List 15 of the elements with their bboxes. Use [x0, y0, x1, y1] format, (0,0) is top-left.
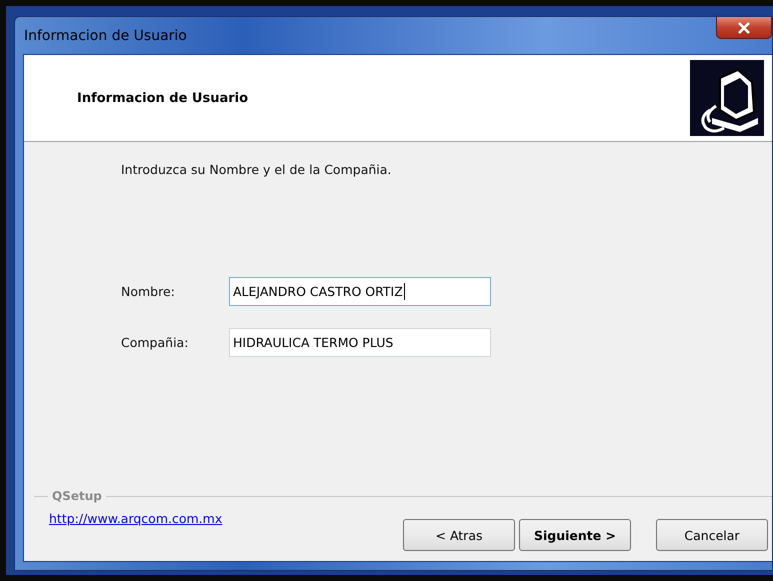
field-label: Compañia:: [121, 335, 190, 350]
input-field[interactable]: HIDRAULICA TERMO PLUS: [229, 328, 491, 357]
field-label: Nombre:: [121, 284, 176, 299]
website-link[interactable]: http://www.arqcom.com.mx: [49, 511, 222, 526]
group-label: QSetup: [51, 489, 103, 503]
dialog-button[interactable]: Cancelar: [656, 519, 768, 551]
dialog-button[interactable]: Siguiente >: [519, 519, 631, 551]
header-title: Informacion de Usuario: [77, 90, 248, 106]
close-icon: [737, 22, 751, 34]
close-button[interactable]: [716, 17, 772, 39]
instruction-text: Introduzca su Nombre y el de la Compañia.: [121, 162, 392, 177]
computer-icon: [690, 60, 764, 136]
window-title: Informacion de Usuario: [24, 28, 187, 44]
dialog-button[interactable]: < Atras: [403, 519, 515, 551]
input-field[interactable]: ALEJANDRO CASTRO ORTIZ: [229, 277, 491, 306]
